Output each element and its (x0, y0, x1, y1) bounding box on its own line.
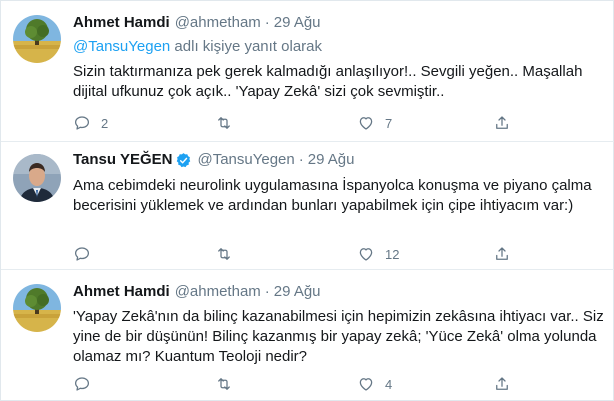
like-count: 12 (385, 246, 400, 262)
reply-icon (74, 377, 90, 391)
like-button[interactable]: 4 (357, 375, 392, 393)
tweet[interactable]: Ahmet Hamdi @ahmetham · 29 Ağu @TansuYeg… (1, 1, 614, 142)
separator-dot: · (264, 14, 270, 31)
author-handle[interactable]: @ahmetham (175, 282, 261, 302)
separator-dot: · (298, 151, 304, 168)
retweet-button[interactable] (215, 245, 243, 263)
avatar[interactable] (13, 15, 61, 63)
tweet[interactable]: Tansu YEĞEN @TansuYegen · 29 Ağu Ama ceb… (1, 142, 614, 270)
mention-link[interactable]: @TansuYegen (73, 38, 170, 55)
retweet-icon (218, 117, 230, 129)
like-icon (359, 248, 373, 261)
author-name[interactable]: Tansu YEĞEN (73, 150, 172, 170)
retweet-button[interactable] (215, 375, 243, 393)
share-icon (496, 116, 508, 129)
tweet-text: Ama cebimdeki neurolink uygulamasına İsp… (73, 177, 592, 214)
share-button[interactable] (493, 245, 511, 263)
share-icon (496, 377, 508, 390)
reply-button[interactable] (73, 375, 101, 393)
like-icon (359, 378, 373, 391)
tweet-text: Sizin taktırmanıza pek gerek kalmadığı a… (73, 63, 583, 100)
like-icon (359, 117, 373, 130)
author-name[interactable]: Ahmet Hamdi (73, 282, 170, 302)
avatar[interactable] (13, 284, 61, 332)
share-button[interactable] (493, 114, 511, 132)
reply-icon (74, 116, 90, 130)
retweet-button[interactable] (215, 114, 243, 132)
replying-to: @TansuYegen adlı kişiye yanıt olarak (73, 37, 605, 57)
like-count: 7 (385, 115, 393, 131)
conversation-thread: Ahmet Hamdi @ahmetham · 29 Ağu @TansuYeg… (0, 0, 614, 401)
verified-badge-icon (177, 152, 191, 167)
author-name[interactable]: Ahmet Hamdi (73, 13, 170, 33)
share-icon (496, 247, 508, 260)
separator-dot: · (264, 283, 270, 300)
tweet-date[interactable]: 29 Ağu (274, 13, 321, 33)
tweet-actions: 2 7 (73, 113, 513, 133)
tweet-actions: 12 (73, 244, 513, 264)
replying-suffix: adlı kişiye yanıt olarak (170, 38, 323, 55)
author-handle[interactable]: @ahmetham (175, 13, 261, 33)
author-handle[interactable]: @TansuYegen (197, 150, 294, 170)
retweet-icon (218, 378, 230, 390)
reply-count: 2 (101, 115, 109, 131)
reply-button[interactable] (73, 245, 101, 263)
tweet-date[interactable]: 29 Ağu (274, 282, 321, 302)
reply-icon (74, 247, 90, 261)
avatar[interactable] (13, 154, 61, 202)
reply-button[interactable]: 2 (73, 114, 108, 132)
tweet[interactable]: Ahmet Hamdi @ahmetham · 29 Ağu 'Yapay Ze… (1, 270, 614, 401)
like-count: 4 (385, 376, 393, 392)
like-button[interactable]: 12 (357, 245, 399, 263)
tweet-actions: 4 (73, 374, 513, 394)
retweet-icon (218, 248, 230, 260)
tweet-date[interactable]: 29 Ağu (308, 150, 355, 170)
like-button[interactable]: 7 (357, 114, 392, 132)
share-button[interactable] (493, 375, 511, 393)
tweet-text: 'Yapay Zekâ'nın da bilinç kazanabilmesi … (73, 308, 604, 365)
